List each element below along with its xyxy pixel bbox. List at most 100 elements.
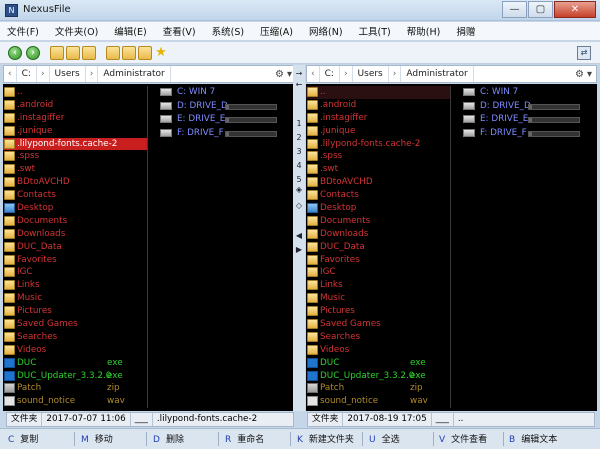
file-row[interactable]: .swt (306, 163, 450, 176)
file-row[interactable]: .junique (3, 125, 147, 138)
rename-button[interactable]: R 重命名 (225, 432, 264, 445)
forward-arrow-icon[interactable]: › (26, 46, 40, 60)
file-row[interactable]: .instagiffer (3, 112, 147, 125)
file-row[interactable]: .lilypond-fonts.cache-2 (306, 138, 450, 151)
copy-right-arrow-icon[interactable]: → (294, 69, 304, 78)
copy-button[interactable]: C 复制 (8, 432, 38, 445)
file-row[interactable]: sound_notice wav (3, 395, 147, 408)
file-row[interactable]: Patch zip (3, 382, 147, 395)
file-row[interactable]: Favorites (306, 254, 450, 267)
drive-item[interactable]: D: DRIVE_D (453, 100, 593, 114)
menu-network[interactable]: 网络(N) (309, 24, 343, 38)
back-arrow-icon[interactable]: ‹ (8, 46, 22, 60)
drive-item[interactable]: C: WIN 7 (453, 86, 593, 100)
move-button[interactable]: M 移动 (81, 432, 113, 445)
file-row[interactable]: Documents (306, 215, 450, 228)
file-row[interactable]: Saved Games (3, 318, 147, 331)
path-segment[interactable]: C: (17, 66, 37, 82)
file-row[interactable]: Music (306, 292, 450, 305)
file-row[interactable]: DUC_Data (306, 241, 450, 254)
close-button[interactable]: ✕ (554, 1, 596, 18)
drive-item[interactable]: F: DRIVE_F (150, 127, 290, 141)
file-row[interactable]: Desktop (3, 202, 147, 215)
file-row[interactable]: DUC_Updater_3.3.2.0 exe (306, 370, 450, 383)
file-row[interactable]: .android (306, 99, 450, 112)
chevron-down-icon[interactable]: ▾ (287, 69, 292, 80)
menu-donate[interactable]: 捐赠 (456, 24, 475, 38)
favorites-star-icon[interactable]: ★ (154, 46, 168, 60)
path-segment[interactable]: Users (50, 66, 86, 82)
delete-button[interactable]: D 删除 (153, 432, 184, 445)
file-row[interactable]: .. (306, 86, 450, 99)
drive-item[interactable]: C: WIN 7 (150, 86, 290, 100)
file-row[interactable]: IGC (306, 266, 450, 279)
file-row[interactable]: .spss (306, 150, 450, 163)
sync-icon[interactable]: ◈ (294, 185, 304, 194)
bookmark-2-button[interactable]: 2 (294, 133, 304, 142)
file-row[interactable]: IGC (3, 266, 147, 279)
path-dropdown-icon[interactable]: ‹ (4, 66, 17, 82)
folder-sync-icon[interactable] (122, 46, 136, 60)
maximize-button[interactable]: ▢ (528, 1, 553, 18)
folder-compare-icon[interactable] (138, 46, 152, 60)
path-dropdown-icon[interactable]: ‹ (307, 66, 320, 82)
file-row[interactable]: Patch zip (306, 382, 450, 395)
folder-tree-icon[interactable] (66, 46, 80, 60)
file-row[interactable]: Downloads (3, 228, 147, 241)
file-row[interactable]: .spss (3, 150, 147, 163)
file-row[interactable]: BDtoAVCHD (306, 176, 450, 189)
file-row[interactable]: Videos (306, 344, 450, 357)
drive-item[interactable]: E: DRIVE_E (453, 113, 593, 127)
edit-text-button[interactable]: B 编辑文本 (509, 432, 557, 445)
file-row[interactable]: sound_notice wav (306, 395, 450, 408)
file-row[interactable]: DUC exe (306, 357, 450, 370)
menu-folder[interactable]: 文件夹(O) (55, 24, 98, 38)
select-all-button[interactable]: U 全选 (369, 432, 400, 445)
file-row[interactable]: .instagiffer (306, 112, 450, 125)
path-segment[interactable]: Administrator (98, 66, 171, 82)
file-row[interactable]: Searches (306, 331, 450, 344)
file-row[interactable]: .junique (306, 125, 450, 138)
file-row[interactable]: Downloads (306, 228, 450, 241)
file-row[interactable]: Documents (3, 215, 147, 228)
collapse-left-icon[interactable]: ◀ (294, 231, 304, 240)
file-row[interactable]: Saved Games (306, 318, 450, 331)
file-row[interactable]: Links (3, 279, 147, 292)
file-row[interactable]: Music (3, 292, 147, 305)
file-row[interactable]: Contacts (306, 189, 450, 202)
new-folder-button[interactable]: K 新建文件夹 (297, 432, 354, 445)
drive-item[interactable]: E: DRIVE_E (150, 113, 290, 127)
minimize-button[interactable]: — (502, 1, 527, 18)
copy-left-arrow-icon[interactable]: ← (294, 80, 304, 89)
drive-item[interactable]: D: DRIVE_D (150, 100, 290, 114)
menu-system[interactable]: 系统(S) (212, 24, 244, 38)
network-icon[interactable]: ⇄ (577, 46, 591, 60)
folder-up-icon[interactable] (50, 46, 64, 60)
file-row[interactable]: BDtoAVCHD (3, 176, 147, 189)
menu-archive[interactable]: 压缩(A) (260, 24, 293, 38)
drive-item[interactable]: F: DRIVE_F (453, 127, 593, 141)
menu-tools[interactable]: 工具(T) (359, 24, 391, 38)
file-row[interactable]: .. (3, 86, 147, 99)
file-row[interactable]: .swt (3, 163, 147, 176)
settings-gear-icon[interactable]: ⚙ (575, 69, 584, 80)
menu-edit[interactable]: 编辑(E) (114, 24, 146, 38)
menu-view[interactable]: 查看(V) (163, 24, 196, 38)
compare-icon[interactable]: ◇ (294, 201, 304, 210)
chevron-down-icon[interactable]: ▾ (587, 69, 592, 80)
bookmark-4-button[interactable]: 4 (294, 161, 304, 170)
settings-gear-icon[interactable]: ⚙ (275, 69, 284, 80)
bookmark-1-button[interactable]: 1 (294, 119, 304, 128)
path-segment[interactable]: Administrator (401, 66, 474, 82)
file-row[interactable]: Searches (3, 331, 147, 344)
bookmark-5-button[interactable]: 5 (294, 175, 304, 184)
file-row[interactable]: Desktop (306, 202, 450, 215)
file-row[interactable]: .lilypond-fonts.cache-2 (3, 137, 147, 151)
file-row[interactable]: Contacts (3, 189, 147, 202)
file-row[interactable]: Pictures (3, 305, 147, 318)
file-row[interactable]: DUC exe (3, 357, 147, 370)
menu-file[interactable]: 文件(F) (7, 24, 39, 38)
path-segment[interactable]: Users (353, 66, 389, 82)
collapse-right-icon[interactable]: ▶ (294, 245, 304, 254)
file-row[interactable]: Videos (3, 344, 147, 357)
